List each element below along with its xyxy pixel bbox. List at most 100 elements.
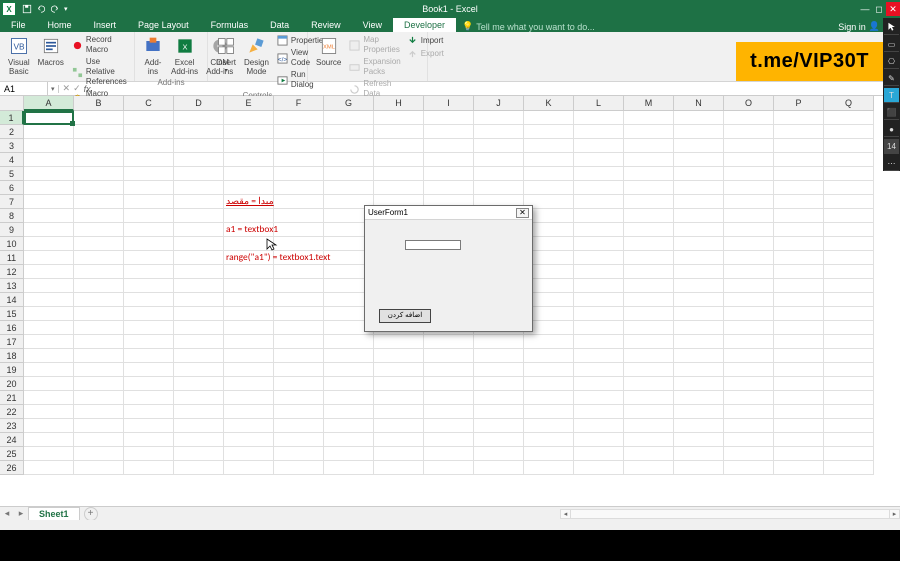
cell[interactable] (574, 111, 624, 125)
cell[interactable] (674, 237, 724, 251)
cell[interactable] (824, 251, 874, 265)
row-header[interactable]: 16 (0, 321, 24, 335)
cell[interactable] (324, 405, 374, 419)
recorder-tool-1-icon[interactable]: ⎔ (884, 54, 899, 69)
cell[interactable] (524, 125, 574, 139)
cell[interactable] (624, 139, 674, 153)
cell[interactable] (74, 335, 124, 349)
row-header[interactable]: 18 (0, 349, 24, 363)
cell[interactable] (574, 391, 624, 405)
cell[interactable] (124, 363, 174, 377)
cell[interactable] (374, 181, 424, 195)
cell[interactable] (824, 419, 874, 433)
cell[interactable] (474, 377, 524, 391)
cell[interactable] (124, 293, 174, 307)
cell[interactable] (624, 125, 674, 139)
userform-titlebar[interactable]: UserForm1 ✕ (365, 206, 532, 220)
column-header[interactable]: K (524, 96, 574, 111)
cell[interactable] (324, 349, 374, 363)
cell[interactable] (224, 447, 274, 461)
cell[interactable] (624, 209, 674, 223)
cell[interactable] (774, 447, 824, 461)
cell[interactable] (724, 293, 774, 307)
row-header[interactable]: 14 (0, 293, 24, 307)
cell[interactable] (574, 237, 624, 251)
cell[interactable] (824, 293, 874, 307)
cell[interactable] (424, 153, 474, 167)
cell[interactable] (624, 405, 674, 419)
cell[interactable] (524, 153, 574, 167)
cell[interactable] (724, 181, 774, 195)
row-header[interactable]: 12 (0, 265, 24, 279)
cell[interactable] (174, 335, 224, 349)
cell[interactable] (174, 447, 224, 461)
cell[interactable] (374, 363, 424, 377)
cell[interactable] (474, 433, 524, 447)
cell[interactable] (674, 181, 724, 195)
cell[interactable] (224, 391, 274, 405)
row-header[interactable]: 8 (0, 209, 24, 223)
cell[interactable] (24, 321, 74, 335)
cell[interactable] (124, 195, 174, 209)
cell[interactable] (24, 433, 74, 447)
cell[interactable] (624, 223, 674, 237)
cell[interactable] (124, 125, 174, 139)
cell[interactable] (124, 405, 174, 419)
recorder-more-icon[interactable]: ⋯ (884, 156, 899, 171)
cell[interactable] (624, 111, 674, 125)
cell[interactable] (574, 363, 624, 377)
cell[interactable] (274, 307, 324, 321)
cell[interactable] (824, 349, 874, 363)
cell[interactable] (174, 265, 224, 279)
cell[interactable] (224, 181, 274, 195)
cell[interactable] (724, 433, 774, 447)
cell[interactable] (624, 251, 674, 265)
cell[interactable] (824, 181, 874, 195)
cell[interactable] (324, 377, 374, 391)
cell[interactable] (424, 363, 474, 377)
cell[interactable] (274, 111, 324, 125)
cell[interactable] (24, 251, 74, 265)
cell[interactable] (224, 279, 274, 293)
cell[interactable] (674, 209, 724, 223)
userform-add-button[interactable]: اضافه کردن (379, 309, 431, 323)
cell[interactable] (474, 447, 524, 461)
cell[interactable] (174, 223, 224, 237)
cell[interactable] (74, 111, 124, 125)
cell[interactable] (124, 377, 174, 391)
use-relative-button[interactable]: Use Relative References (70, 56, 130, 88)
userform-close-button[interactable]: ✕ (516, 208, 529, 218)
hscroll-left-icon[interactable]: ◂ (561, 510, 571, 518)
tab-developer[interactable]: Developer (393, 18, 456, 32)
cell[interactable] (124, 307, 174, 321)
cell[interactable] (174, 419, 224, 433)
cell[interactable] (674, 125, 724, 139)
cell[interactable] (774, 181, 824, 195)
cell[interactable] (74, 167, 124, 181)
qat-dropdown-icon[interactable]: ▾ (64, 5, 68, 13)
cell[interactable] (224, 153, 274, 167)
cell[interactable] (274, 321, 324, 335)
cell[interactable] (724, 377, 774, 391)
cell[interactable] (624, 447, 674, 461)
cell[interactable] (474, 125, 524, 139)
redo-icon[interactable] (50, 4, 60, 14)
cell[interactable] (574, 335, 624, 349)
column-header[interactable]: D (174, 96, 224, 111)
cell[interactable] (574, 251, 624, 265)
cell[interactable] (574, 209, 624, 223)
cell[interactable] (174, 139, 224, 153)
cell[interactable] (424, 405, 474, 419)
cell[interactable] (374, 349, 424, 363)
cell[interactable] (174, 111, 224, 125)
cell[interactable] (24, 461, 74, 475)
cell[interactable] (574, 405, 624, 419)
cell[interactable] (574, 181, 624, 195)
cell[interactable] (574, 195, 624, 209)
cell[interactable] (474, 405, 524, 419)
row-header[interactable]: 6 (0, 181, 24, 195)
cell[interactable] (424, 167, 474, 181)
cell[interactable] (224, 433, 274, 447)
cell[interactable] (824, 195, 874, 209)
cell[interactable] (674, 111, 724, 125)
